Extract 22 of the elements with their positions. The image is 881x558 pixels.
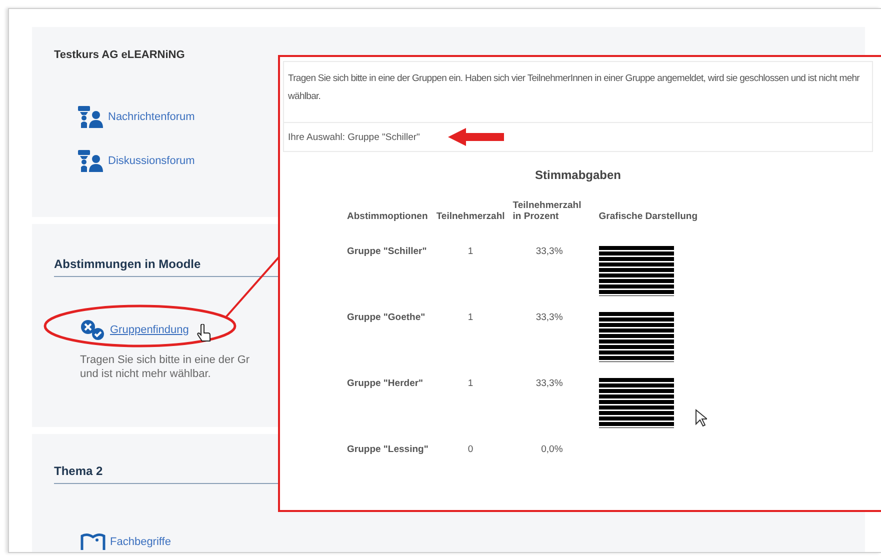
description-line: Tragen Sie sich bitte in eine der Gr xyxy=(80,353,250,367)
count-cell-text: 1 xyxy=(466,246,474,259)
option-cell-text: Gruppe "Goethe" xyxy=(346,312,426,325)
count-cell-text: 0 xyxy=(466,444,474,455)
choice-intro: Tragen Sie sich bitte in eine der Gruppen ein. Haben sich vier TeilnehmerInnen in einer Gruppe angemeldet, wird sie geschlossen und ist nicht mehr wählbar. xyxy=(283,61,873,123)
selection-text: Ihre Auswahl: Gruppe "Schiller" xyxy=(288,132,420,142)
count-cell-text: 1 xyxy=(466,312,474,325)
percent-cell-text: 33,3% xyxy=(534,378,564,391)
column-header: Teilnehmerzahl xyxy=(435,210,506,224)
percent-cell-text: 33,3% xyxy=(534,246,564,259)
percent-cell-text: 33,3% xyxy=(534,312,564,325)
column-header: Abstimmoptionen xyxy=(346,210,429,224)
column-header: Grafische Darstellung xyxy=(594,200,828,246)
description-line: und ist nicht mehr wählbar. xyxy=(80,367,211,381)
option-cell-text: Gruppe "Herder" xyxy=(346,378,424,391)
count-cell-text: 1 xyxy=(466,378,474,391)
column-header: Teilnehmerzahl in Prozent xyxy=(512,200,582,224)
results-title: Stimmabgaben xyxy=(534,168,622,182)
option-cell-text: Gruppe "Schiller" xyxy=(346,246,428,259)
percent-cell-text: 0,0% xyxy=(540,444,564,455)
course-title: Testkurs AG eLEARNiNG xyxy=(54,49,186,61)
option-cell-text: Gruppe "Lessing" xyxy=(346,444,430,455)
